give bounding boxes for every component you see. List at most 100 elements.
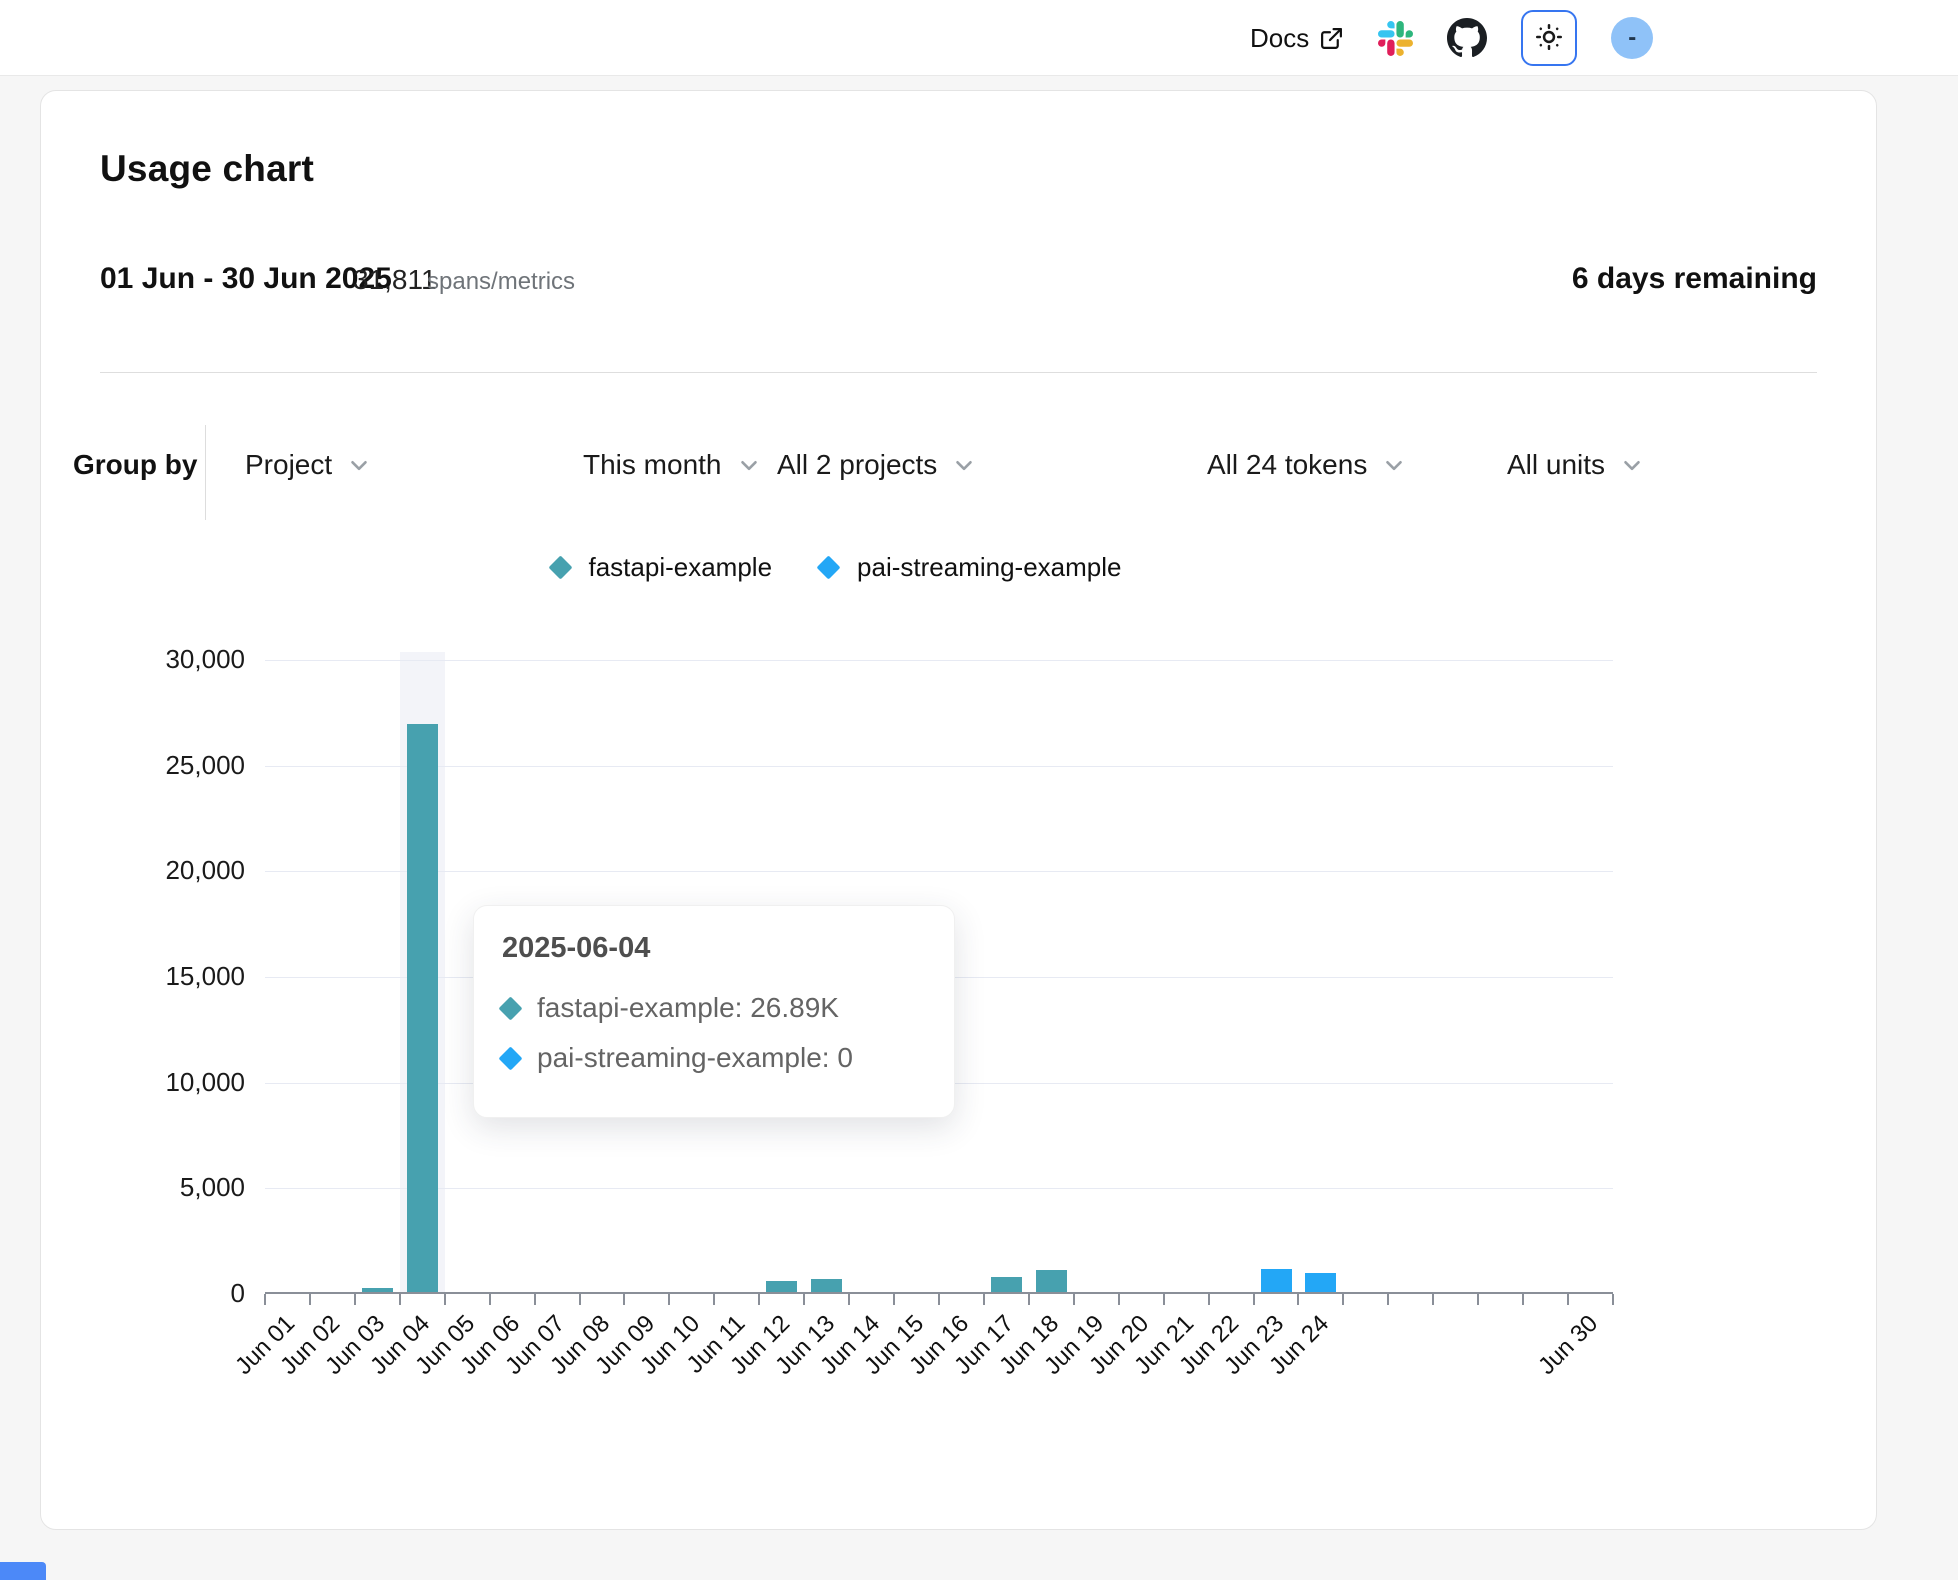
x-axis-tick (803, 1294, 805, 1305)
y-tick-label: 20,000 (60, 855, 245, 886)
top-bar-actions: Docs (1250, 0, 1653, 76)
x-axis-tick (309, 1294, 311, 1305)
legend-diamond-icon (817, 555, 841, 579)
total-count: 31,811 (353, 264, 437, 296)
x-axis-tick (264, 1294, 266, 1305)
x-axis-tick (1477, 1294, 1479, 1305)
date-range: 01 Jun - 30 Jun 2025 (100, 262, 392, 296)
x-axis-tick (623, 1294, 625, 1305)
x-axis-tick (534, 1294, 536, 1305)
github-icon[interactable] (1447, 18, 1487, 58)
legend-diamond-icon (548, 555, 572, 579)
x-axis-tick (1432, 1294, 1434, 1305)
screen: Docs (0, 0, 1958, 1580)
y-tick-label: 0 (60, 1278, 245, 1309)
tooltip-diamond-icon (498, 996, 522, 1020)
dropdown-label: All units (1507, 449, 1605, 481)
legend-item-pai-streaming-example[interactable]: pai-streaming-example (820, 552, 1121, 583)
bar-jun-23-pai-streaming-example[interactable] (1261, 1269, 1292, 1292)
dropdown-all-units[interactable]: All units (1507, 449, 1645, 481)
dropdown-this-month[interactable]: This month (583, 449, 762, 481)
gridline-25000 (265, 766, 1613, 767)
tooltip-row-text: fastapi-example: 26.89K (537, 992, 839, 1024)
legend-label: pai-streaming-example (857, 552, 1121, 583)
x-axis-tick (848, 1294, 850, 1305)
x-axis-tick (1342, 1294, 1344, 1305)
partially-visible-element (0, 1562, 46, 1580)
dropdown-label: Project (245, 449, 332, 481)
group-by-label: Group by (73, 449, 197, 481)
x-axis-tick (1118, 1294, 1120, 1305)
bar-jun-04-fastapi-example[interactable] (407, 724, 438, 1292)
chart-legend: fastapi-example pai-streaming-example (60, 552, 1613, 583)
bar-jun-13-fastapi-example[interactable] (811, 1279, 842, 1292)
x-axis-tick (489, 1294, 491, 1305)
total-unit: spans/metrics (427, 268, 575, 296)
avatar-text: - (1628, 24, 1636, 52)
y-tick-label: 30,000 (60, 644, 245, 675)
avatar[interactable]: - (1611, 17, 1653, 59)
x-axis-tick (893, 1294, 895, 1305)
theme-toggle-button[interactable] (1521, 10, 1577, 66)
y-tick-label: 10,000 (60, 1067, 245, 1098)
x-axis-tick (579, 1294, 581, 1305)
tooltip-rows: fastapi-example: 26.89K pai-streaming-exa… (502, 983, 926, 1083)
chevron-down-icon (736, 452, 762, 478)
bar-jun-24-pai-streaming-example[interactable] (1305, 1273, 1336, 1292)
chart-tooltip: 2025-06-04 fastapi-example: 26.89K pai-st… (473, 905, 955, 1118)
bar-jun-12-fastapi-example[interactable] (766, 1281, 797, 1292)
x-axis-tick (1567, 1294, 1569, 1305)
bar-jun-03-fastapi-example[interactable] (362, 1288, 393, 1292)
tooltip-diamond-icon (498, 1046, 522, 1070)
dropdown-all-2-projects[interactable]: All 2 projects (777, 449, 977, 481)
tooltip-row-text: pai-streaming-example: 0 (537, 1042, 853, 1074)
divider (100, 372, 1817, 373)
y-tick-label: 15,000 (60, 961, 245, 992)
page-title: Usage chart (100, 148, 314, 190)
x-axis-tick (1073, 1294, 1075, 1305)
dropdown-project[interactable]: Project (245, 449, 372, 481)
date-row: 01 Jun - 30 Jun 2025 31,811 spans/metric… (100, 262, 1817, 306)
x-axis-tick (1612, 1294, 1614, 1305)
top-bar: Docs (0, 0, 1958, 76)
x-axis-tick (354, 1294, 356, 1305)
x-axis-tick (1297, 1294, 1299, 1305)
chevron-down-icon (951, 452, 977, 478)
x-axis-tick (1387, 1294, 1389, 1305)
slack-icon[interactable] (1378, 21, 1413, 56)
vertical-divider (205, 425, 206, 520)
docs-label: Docs (1250, 23, 1309, 54)
days-remaining: 6 days remaining (1572, 262, 1817, 296)
tooltip-row-fastapi-example: fastapi-example: 26.89K (502, 983, 926, 1033)
tooltip-date: 2025-06-04 (502, 932, 926, 965)
x-axis-tick (938, 1294, 940, 1305)
dropdown-label: All 2 projects (777, 449, 937, 481)
tooltip-row-pai-streaming-example: pai-streaming-example: 0 (502, 1033, 926, 1083)
docs-link[interactable]: Docs (1250, 23, 1344, 54)
gridline-30000 (265, 660, 1613, 661)
gridline-20000 (265, 871, 1613, 872)
dropdown-label: This month (583, 449, 722, 481)
x-axis-tick (1522, 1294, 1524, 1305)
dropdown-all-24-tokens[interactable]: All 24 tokens (1207, 449, 1407, 481)
dropdown-label: All 24 tokens (1207, 449, 1367, 481)
bar-jun-17-fastapi-example[interactable] (991, 1277, 1022, 1292)
y-tick-label: 5,000 (60, 1172, 245, 1203)
y-tick-label: 25,000 (60, 750, 245, 781)
x-axis-tick (668, 1294, 670, 1305)
legend-item-fastapi-example[interactable]: fastapi-example (552, 552, 773, 583)
x-axis-tick (713, 1294, 715, 1305)
chevron-down-icon (346, 452, 372, 478)
x-axis-tick (1208, 1294, 1210, 1305)
bar-jun-18-fastapi-example[interactable] (1036, 1270, 1067, 1292)
x-axis-tick (758, 1294, 760, 1305)
x-axis-tick (1253, 1294, 1255, 1305)
x-axis-tick (399, 1294, 401, 1305)
legend-label: fastapi-example (589, 552, 773, 583)
sun-icon (1533, 21, 1565, 56)
y-axis-labels: 05,00010,00015,00020,00025,00030,000 (60, 660, 245, 1294)
external-link-icon (1319, 26, 1344, 51)
x-axis-tick (1163, 1294, 1165, 1305)
x-axis-tick (1028, 1294, 1030, 1305)
chevron-down-icon (1381, 452, 1407, 478)
